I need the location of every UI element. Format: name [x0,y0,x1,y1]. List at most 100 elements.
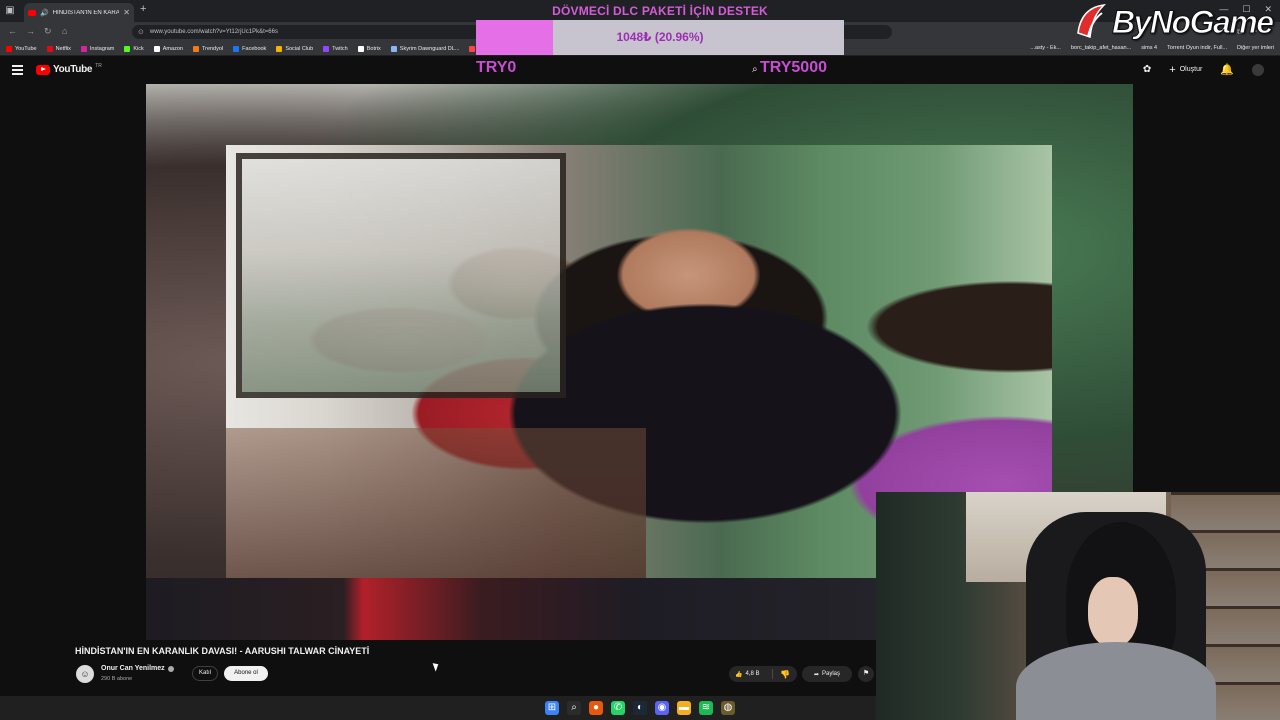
url-text: www.youtube.com/watch?v=Yt12rjUc1Pk&t=66… [149,29,278,35]
bookmark-item[interactable]: sims 4 [1141,45,1157,51]
folder-icon[interactable]: ▬ [677,701,691,715]
bookmark-item[interactable]: YouTube [6,45,37,52]
photo-floor-region [226,428,646,578]
taskbar-icons: ⊞ ⌕ ● ✆ ◐ ◉ ▬ ≋ ◍ [545,701,735,715]
share-label: Paylaş [822,671,841,677]
bookmark-label: Trendyol [201,45,224,52]
mouse-cursor-icon [432,661,441,672]
save-button[interactable]: ⚑ [858,666,874,682]
like-button[interactable]: 👍 4,8 B [729,669,773,679]
bookmark-label: Botrix [366,45,381,52]
bookmark-item[interactable]: Facebook [233,45,267,52]
spotify-icon[interactable]: ≋ [699,701,713,715]
youtube-header: YouTube TR ⌕ ✿ + Oluştur 🔔 [0,57,1280,84]
windows-taskbar: ⊞ ⌕ ● ✆ ◐ ◉ ▬ ≋ ◍ [0,696,876,720]
bell-icon[interactable]: 🔔 [1220,63,1234,76]
verified-icon [167,665,174,672]
bookmark-favicon-icon [390,45,397,52]
search-taskbar-icon[interactable]: ⌕ [567,701,581,715]
bookmark-item[interactable]: Skyrim Dawnguard DL... [390,45,460,52]
video-title: HİNDİSTAN'IN EN KARANLIK DAVASI! - AARUS… [75,646,370,656]
share-button[interactable]: ➦ Paylaş [802,666,852,682]
channel-avatar[interactable]: ☺ [76,665,94,683]
back-icon[interactable]: ← [8,26,17,36]
subscribe-button[interactable]: Abone ol [224,666,268,681]
photo-window-region [236,153,566,398]
thumbs-up-icon: 👍 [735,671,743,678]
youtube-favicon-icon [28,9,36,16]
like-dislike-group: 👍 4,8 B 👎 [729,666,797,682]
bookmark-item[interactable]: Netflix [46,45,71,52]
bookmark-favicon-icon [153,45,160,52]
bookmark-favicon-icon [124,45,131,52]
donation-goal-amount: 1048₺ (20.96%) [616,30,704,44]
forward-icon[interactable]: → [26,26,35,36]
new-tab-button[interactable]: + [140,3,146,15]
share-icon: ➦ [813,671,819,678]
donation-goal-max: TRY5000 [760,59,827,76]
bookmark-item[interactable]: Amazon [153,45,183,52]
bookmark-item[interactable]: Social Club [276,45,314,52]
account-avatar[interactable] [1252,63,1264,76]
bookmark-item[interactable]: Kick [124,45,144,52]
bookmark-item[interactable]: Instagram [80,45,115,52]
search-icon[interactable]: ⌕ [752,64,758,75]
bookmark-favicon-icon [46,45,53,52]
reload-icon[interactable]: ↻ [44,26,52,37]
discord-icon[interactable]: ◉ [655,701,669,715]
bookmark-favicon-icon [323,45,330,52]
bookmark-item[interactable]: borc_takip_afet_hasan... [1071,45,1131,51]
firefox-icon[interactable]: ● [589,701,603,715]
bookmark-item[interactable]: Twitch [323,45,348,52]
bookmarks-bar-right: ...asty - Ek... borc_takip_afet_hasan... s… [1030,45,1274,51]
site-info-icon[interactable]: ⊙ [138,28,144,36]
donation-goal-bar: 1048₺ (20.96%) [476,20,844,55]
bookmark-item[interactable]: ...asty - Ek... [1030,45,1061,51]
bookmark-favicon-icon [192,45,199,52]
youtube-header-actions: ✿ + Oluştur 🔔 [1143,63,1264,76]
create-button[interactable]: + Oluştur [1169,63,1203,76]
bookmark-label: Instagram [89,45,115,52]
bookmark-item[interactable]: Trendyol [192,45,224,52]
bookmark-label: Social Club [285,45,314,52]
bookmark-favicon-icon [233,45,240,52]
start-icon[interactable]: ⊞ [545,701,559,715]
dislike-button[interactable]: 👎 [773,670,797,679]
subscriber-count: 290 B abone [101,676,133,682]
close-tab-icon[interactable]: ✕ [123,8,130,17]
bookmark-item[interactable]: Torrent Oyun indir, Full... [1167,45,1227,51]
home-icon[interactable]: ⌂ [62,26,67,36]
whatsapp-icon[interactable]: ✆ [611,701,625,715]
bookmark-label: Skyrim Dawnguard DL... [399,45,460,52]
donation-goal-title: DÖVMECİ DLC PAKETİ İÇİN DESTEK [552,4,768,18]
tab-menu-icon[interactable]: ▣ [4,5,16,17]
brand-logo-icon [1074,3,1108,41]
gear-icon[interactable]: ✿ [1143,64,1151,75]
obs-icon[interactable]: ◍ [721,701,735,715]
bookmark-label: Amazon [162,45,183,52]
bookmark-label: Netflix [55,45,71,52]
bookmark-item[interactable]: Diğer yer imleri [1237,45,1274,51]
like-count: 4,8 B [745,671,760,677]
bookmark-favicon-icon [357,45,364,52]
bookmark-favicon-icon [276,45,283,52]
bookmark-favicon-icon [80,45,87,52]
steam-icon[interactable]: ◐ [633,701,647,715]
speaker-icon[interactable]: 🔊 [40,9,49,17]
channel-name-link[interactable]: Onur Can Yenilmez [101,665,174,672]
youtube-logo-text: YouTube [53,64,93,75]
create-label: Oluştur [1179,66,1203,73]
menu-icon[interactable] [12,65,23,75]
youtube-logo[interactable]: YouTube TR [36,62,102,75]
bookmark-label: Facebook [242,45,267,52]
bookmark-favicon-icon [469,45,476,52]
browser-tab-active[interactable]: 🔊 HİNDİSTAN'IN EN KARANLI... ✕ [24,3,134,22]
bookmark-item[interactable]: Botrix [357,45,381,52]
join-button[interactable]: Katıl [192,666,218,681]
bookmark-favicon-icon [6,45,12,52]
brand-text: ByNoGame [1112,3,1275,40]
donation-goal-min: TRY0 [476,59,517,76]
bookmark-label: YouTube [15,45,37,52]
plus-icon: + [1169,63,1176,76]
youtube-region: TR [95,62,102,69]
